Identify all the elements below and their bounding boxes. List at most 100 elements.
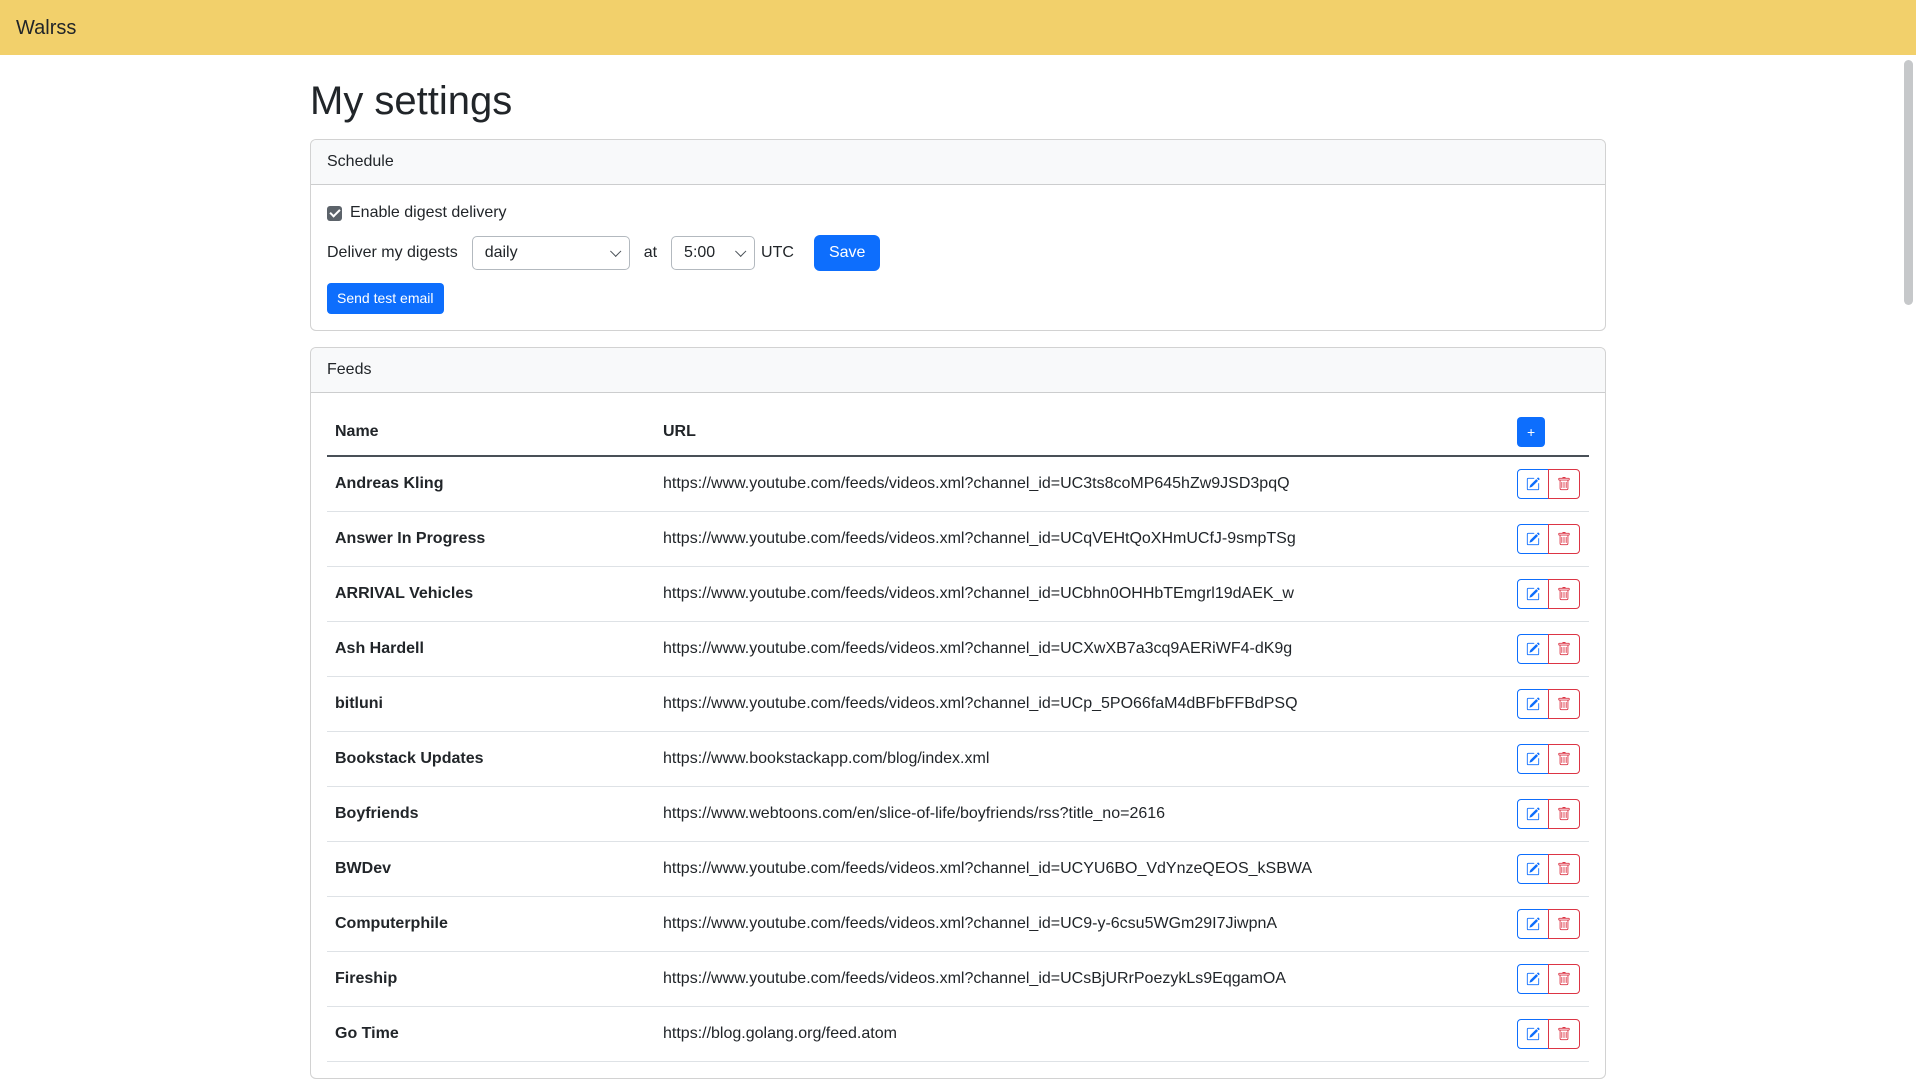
trash-icon — [1557, 862, 1571, 876]
pencil-square-icon — [1526, 807, 1540, 821]
page-title: My settings — [310, 77, 1606, 125]
delete-feed-button[interactable] — [1548, 854, 1580, 884]
table-row: Bookstack Updates https://www.bookstacka… — [327, 732, 1589, 787]
schedule-card-body: Enable digest delivery Deliver my digest… — [311, 185, 1605, 330]
feed-name: Computerphile — [327, 897, 655, 952]
feed-url: https://www.youtube.com/feeds/videos.xml… — [655, 842, 1509, 897]
frequency-value: daily — [485, 241, 518, 265]
delete-feed-button[interactable] — [1548, 524, 1580, 554]
edit-feed-button[interactable] — [1517, 909, 1549, 939]
top-navbar: Walrss — [0, 0, 1916, 55]
delete-feed-button[interactable] — [1548, 964, 1580, 994]
pencil-square-icon — [1526, 862, 1540, 876]
pencil-square-icon — [1526, 587, 1540, 601]
feed-actions — [1517, 469, 1580, 499]
table-row: Fireship https://www.youtube.com/feeds/v… — [327, 952, 1589, 1007]
feed-name: ARRIVAL Vehicles — [327, 567, 655, 622]
frequency-select[interactable]: daily — [472, 236, 630, 270]
column-header-url: URL — [655, 409, 1509, 456]
feed-name: BWDev — [327, 842, 655, 897]
table-row: Answer In Progress https://www.youtube.c… — [327, 512, 1589, 567]
enable-digest-checkbox[interactable] — [327, 206, 342, 221]
delete-feed-button[interactable] — [1548, 579, 1580, 609]
main-container: My settings Schedule Enable digest deliv… — [298, 77, 1618, 1079]
brand-link[interactable]: Walrss — [16, 13, 76, 43]
feed-url: https://www.youtube.com/feeds/videos.xml… — [655, 456, 1509, 512]
feed-actions — [1517, 634, 1580, 664]
edit-feed-button[interactable] — [1517, 744, 1549, 774]
table-row: ARRIVAL Vehicles https://www.youtube.com… — [327, 567, 1589, 622]
feed-name: Bookstack Updates — [327, 732, 655, 787]
feed-actions — [1517, 1019, 1580, 1049]
feed-name: Fireship — [327, 952, 655, 1007]
pencil-square-icon — [1526, 972, 1540, 986]
table-row: BWDev https://www.youtube.com/feeds/vide… — [327, 842, 1589, 897]
edit-feed-button[interactable] — [1517, 1019, 1549, 1049]
delete-feed-button[interactable] — [1548, 1019, 1580, 1049]
feed-url: https://www.webtoons.com/en/slice-of-lif… — [655, 787, 1509, 842]
delete-feed-button[interactable] — [1548, 799, 1580, 829]
feed-actions — [1517, 579, 1580, 609]
feed-url: https://www.youtube.com/feeds/videos.xml… — [655, 677, 1509, 732]
trash-icon — [1557, 642, 1571, 656]
pencil-square-icon — [1526, 477, 1540, 491]
feed-url: https://www.youtube.com/feeds/videos.xml… — [655, 512, 1509, 567]
delete-feed-button[interactable] — [1548, 634, 1580, 664]
save-button[interactable]: Save — [814, 235, 880, 271]
table-row: Ash Hardell https://www.youtube.com/feed… — [327, 622, 1589, 677]
pencil-square-icon — [1526, 532, 1540, 546]
feed-url: https://www.bookstackapp.com/blog/index.… — [655, 732, 1509, 787]
feed-url: https://www.youtube.com/feeds/videos.xml… — [655, 952, 1509, 1007]
add-feed-button[interactable]: + — [1517, 417, 1545, 447]
send-test-email-button[interactable]: Send test email — [327, 283, 444, 314]
edit-feed-button[interactable] — [1517, 469, 1549, 499]
feed-name: Andreas Kling — [327, 456, 655, 512]
pencil-square-icon — [1526, 752, 1540, 766]
scrollbar-thumb[interactable] — [1904, 60, 1913, 305]
column-header-actions: + — [1509, 409, 1589, 456]
feeds-table-body: Andreas Kling https://www.youtube.com/fe… — [327, 456, 1589, 1062]
delete-feed-button[interactable] — [1548, 909, 1580, 939]
schedule-card-header: Schedule — [311, 140, 1605, 185]
feed-actions — [1517, 854, 1580, 884]
edit-feed-button[interactable] — [1517, 634, 1549, 664]
feed-url: https://www.youtube.com/feeds/videos.xml… — [655, 567, 1509, 622]
chevron-down-icon — [735, 246, 746, 257]
pencil-square-icon — [1526, 697, 1540, 711]
time-select[interactable]: 5:00 — [671, 236, 755, 270]
schedule-card: Schedule Enable digest delivery Deliver … — [310, 139, 1606, 331]
trash-icon — [1557, 807, 1571, 821]
edit-feed-button[interactable] — [1517, 579, 1549, 609]
feed-name: Boyfriends — [327, 787, 655, 842]
at-label: at — [644, 241, 657, 265]
pencil-square-icon — [1526, 917, 1540, 931]
trash-icon — [1557, 917, 1571, 931]
feeds-card-header: Feeds — [311, 348, 1605, 393]
feed-actions — [1517, 524, 1580, 554]
feed-name: Answer In Progress — [327, 512, 655, 567]
feed-url: https://www.youtube.com/feeds/videos.xml… — [655, 622, 1509, 677]
enable-digest-label: Enable digest delivery — [350, 201, 507, 225]
column-header-name: Name — [327, 409, 655, 456]
deliver-label: Deliver my digests — [327, 241, 458, 265]
time-value: 5:00 — [684, 241, 715, 265]
edit-feed-button[interactable] — [1517, 689, 1549, 719]
feeds-card-body: Name URL + Andreas Kling https://www.you… — [311, 393, 1605, 1078]
edit-feed-button[interactable] — [1517, 854, 1549, 884]
delete-feed-button[interactable] — [1548, 744, 1580, 774]
edit-feed-button[interactable] — [1517, 964, 1549, 994]
edit-feed-button[interactable] — [1517, 524, 1549, 554]
trash-icon — [1557, 532, 1571, 546]
trash-icon — [1557, 752, 1571, 766]
feed-actions — [1517, 799, 1580, 829]
table-row: bitluni https://www.youtube.com/feeds/vi… — [327, 677, 1589, 732]
feeds-card: Feeds Name URL + Andreas Kling https://w… — [310, 347, 1606, 1079]
feed-url: https://blog.golang.org/feed.atom — [655, 1007, 1509, 1062]
delete-feed-button[interactable] — [1548, 689, 1580, 719]
edit-feed-button[interactable] — [1517, 799, 1549, 829]
delete-feed-button[interactable] — [1548, 469, 1580, 499]
table-row: Andreas Kling https://www.youtube.com/fe… — [327, 456, 1589, 512]
feed-actions — [1517, 689, 1580, 719]
table-row: Go Time https://blog.golang.org/feed.ato… — [327, 1007, 1589, 1062]
feed-actions — [1517, 744, 1580, 774]
